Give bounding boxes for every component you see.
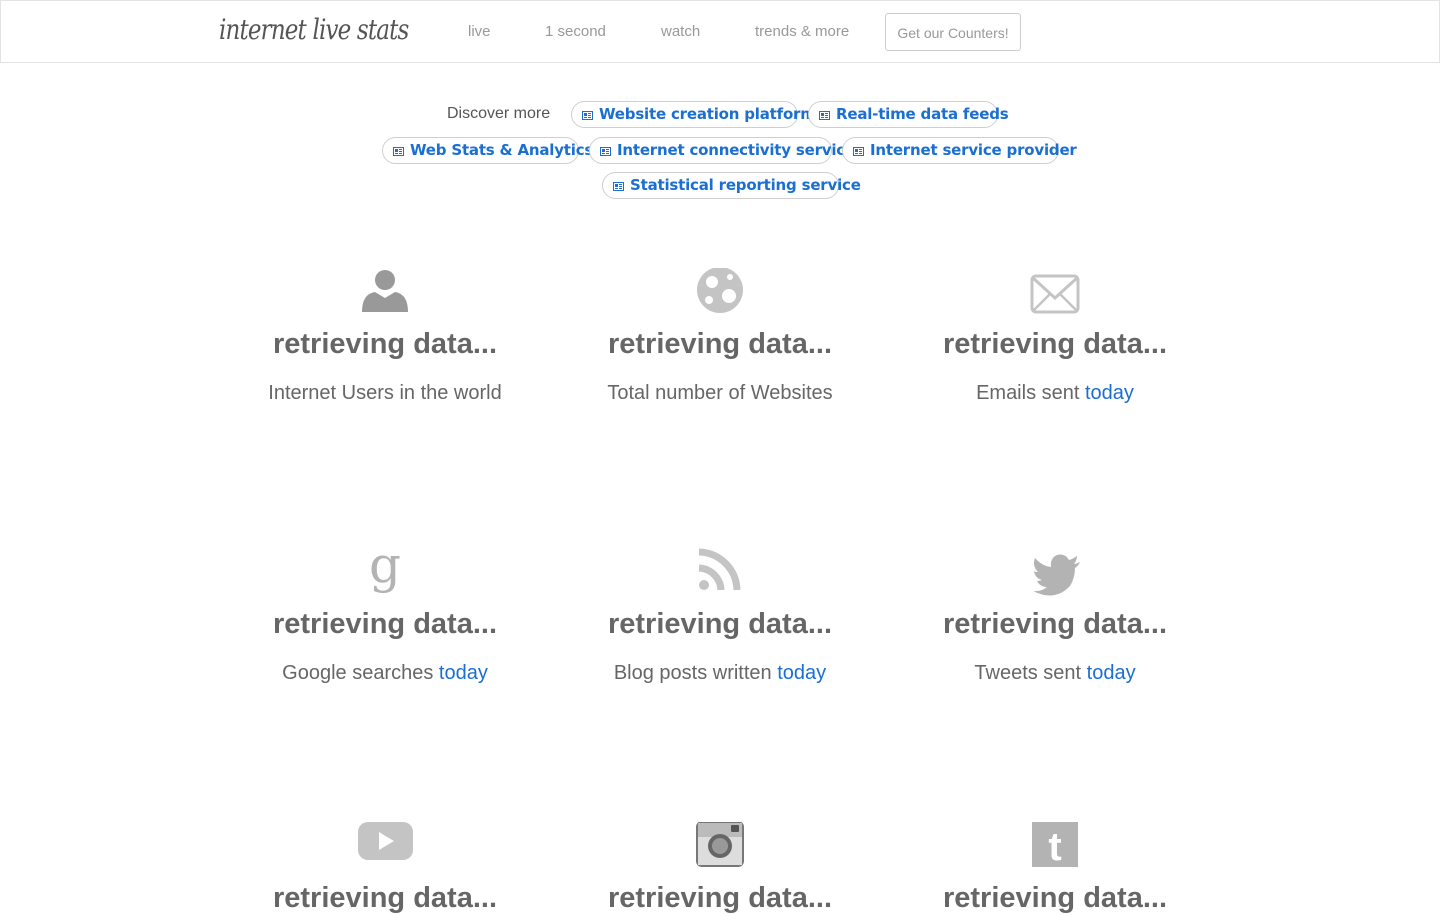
stat-label: Total number of Websites (607, 382, 833, 404)
nav-link-1-second[interactable]: 1 second (545, 23, 606, 40)
stat-value: retrieving data... (942, 328, 1167, 360)
newspaper-icon (819, 111, 830, 120)
nav-link-watch[interactable]: watch (661, 23, 700, 40)
chip-internet-connectivity-service[interactable]: Internet connectivity service (589, 137, 855, 164)
chip-web-stats-analytics[interactable]: Web Stats & Analytics (382, 137, 593, 164)
site-logo[interactable]: internet live stats (219, 13, 409, 46)
stat-internet-users: retrieving data... Internet Users in the… (235, 268, 535, 418)
discover-more-label: Discover more (447, 105, 551, 122)
twitter-bird-icon (1033, 554, 1080, 596)
newspaper-icon (600, 147, 611, 156)
stat-label: Google searches today (282, 662, 488, 684)
svg-text:g: g (369, 548, 401, 594)
tumblr-icon: t (1032, 822, 1078, 869)
newspaper-icon (582, 111, 593, 120)
stat-value: retrieving data... (607, 608, 832, 640)
stat-value: retrieving data... (272, 608, 497, 640)
get-counters-button[interactable]: Get our Counters! (885, 13, 1021, 51)
stat-instagram: retrieving data... (570, 822, 870, 914)
stat-tweets-sent: retrieving data... Tweets sent today (905, 548, 1205, 698)
stat-youtube: retrieving data... (235, 822, 535, 914)
today-link[interactable]: today (777, 662, 826, 684)
instagram-icon (696, 822, 744, 867)
stat-tumblr: t retrieving data... (905, 822, 1205, 914)
newspaper-icon (613, 182, 624, 191)
svg-text:t: t (1048, 825, 1061, 869)
stat-label: Tweets sent today (974, 662, 1136, 684)
stat-label: Internet Users in the world (268, 382, 502, 404)
nav-link-live[interactable]: live (468, 23, 491, 40)
stat-value: retrieving data... (607, 882, 832, 914)
stat-value: retrieving data... (272, 328, 497, 360)
stat-label: Emails sent today (976, 382, 1134, 404)
stat-google-searches: g retrieving data... Google searches tod… (235, 548, 535, 698)
stat-blog-posts: retrieving data... Blog posts written to… (570, 548, 870, 698)
chip-website-creation-platform[interactable]: Website creation platform (571, 101, 816, 128)
today-link[interactable]: today (1085, 382, 1134, 404)
rss-icon (698, 548, 741, 591)
newspaper-icon (393, 147, 404, 156)
newspaper-icon (853, 147, 864, 156)
nav-link-trends-more[interactable]: trends & more (755, 23, 849, 40)
top-navigation-bar: internet live stats live 1 second watch … (0, 0, 1440, 63)
stat-value: retrieving data... (942, 608, 1167, 640)
stat-total-websites: retrieving data... Total number of Websi… (570, 268, 870, 418)
stat-value: retrieving data... (942, 882, 1167, 914)
envelope-icon (1030, 274, 1080, 314)
today-link[interactable]: today (439, 662, 488, 684)
user-icon (362, 270, 408, 312)
stat-value: retrieving data... (272, 882, 497, 914)
stat-label: Blog posts written today (613, 662, 827, 684)
youtube-icon (358, 822, 413, 860)
chip-internet-service-provider[interactable]: Internet service provider (842, 137, 1077, 164)
stat-emails-sent: retrieving data... Emails sent today (905, 268, 1205, 418)
google-icon: g (369, 548, 401, 594)
chip-real-time-data-feeds[interactable]: Real-time data feeds (808, 101, 1009, 128)
today-link[interactable]: today (1087, 662, 1136, 684)
globe-icon (697, 268, 743, 313)
chip-statistical-reporting-service[interactable]: Statistical reporting service (602, 172, 861, 199)
stat-value: retrieving data... (607, 328, 832, 360)
